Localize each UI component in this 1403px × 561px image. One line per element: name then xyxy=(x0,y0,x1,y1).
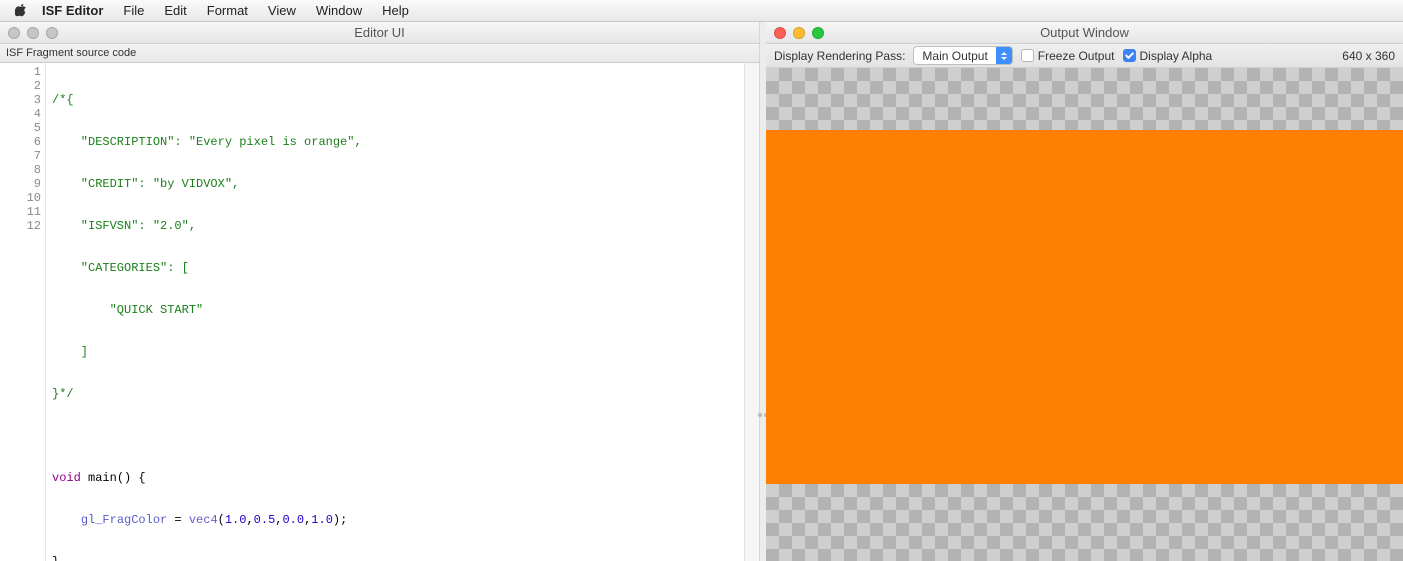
checkbox-checked-icon xyxy=(1123,49,1136,62)
code-line: } xyxy=(52,555,59,561)
alpha-checker-top xyxy=(766,68,1403,130)
system-menubar: ISF Editor File Edit Format View Window … xyxy=(0,0,1403,22)
menu-help[interactable]: Help xyxy=(372,3,419,18)
close-icon[interactable] xyxy=(774,27,786,39)
app-name[interactable]: ISF Editor xyxy=(32,3,113,18)
code-token: vec4 xyxy=(189,513,218,527)
output-canvas xyxy=(766,68,1403,561)
code-line: "CATEGORIES": [ xyxy=(52,261,189,275)
line-gutter: 123456 789101112 xyxy=(0,63,46,561)
close-icon[interactable] xyxy=(8,27,20,39)
output-toolbar: Display Rendering Pass: Main Output Free… xyxy=(766,44,1403,68)
code-token: gl_FragColor xyxy=(81,513,167,527)
output-window: Output Window Display Rendering Pass: Ma… xyxy=(766,22,1403,561)
editor-subheader-label: ISF Fragment source code xyxy=(6,47,136,59)
display-alpha-checkbox[interactable]: Display Alpha xyxy=(1123,49,1213,63)
code-line: ] xyxy=(52,345,88,359)
select-stepper-icon xyxy=(996,47,1012,64)
output-traffic-lights xyxy=(774,27,824,39)
render-pass-label: Display Rendering Pass: xyxy=(774,49,905,63)
zoom-icon[interactable] xyxy=(46,27,58,39)
code-token: 1.0 xyxy=(225,513,247,527)
code-line: "DESCRIPTION": "Every pixel is orange", xyxy=(52,135,362,149)
display-alpha-label: Display Alpha xyxy=(1140,49,1213,63)
code-token xyxy=(52,513,81,527)
code-line: "CREDIT": "by VIDVOX", xyxy=(52,177,239,191)
code-editor[interactable]: 123456 789101112 /*{ "DESCRIPTION": "Eve… xyxy=(0,63,759,561)
editor-subheader: ISF Fragment source code xyxy=(0,44,759,63)
code-line: }*/ xyxy=(52,387,74,401)
minimize-icon[interactable] xyxy=(27,27,39,39)
code-token: ); xyxy=(333,513,347,527)
menu-window[interactable]: Window xyxy=(306,3,372,18)
menu-format[interactable]: Format xyxy=(197,3,258,18)
render-pass-value: Main Output xyxy=(914,47,995,64)
editor-scrollbar[interactable] xyxy=(744,63,759,561)
code-token: 0.0 xyxy=(282,513,304,527)
output-resolution: 640 x 360 xyxy=(1342,49,1395,63)
editor-traffic-lights xyxy=(8,27,58,39)
code-line: "QUICK START" xyxy=(52,303,203,317)
code-token: 0.5 xyxy=(254,513,276,527)
workspace: Editor UI ISF Fragment source code 12345… xyxy=(0,22,1403,561)
code-line: /*{ xyxy=(52,93,74,107)
menu-edit[interactable]: Edit xyxy=(154,3,196,18)
code-token: = xyxy=(167,513,189,527)
render-pass-select[interactable]: Main Output xyxy=(913,46,1012,65)
code-token: 1.0 xyxy=(311,513,333,527)
rendered-output xyxy=(766,130,1403,484)
apple-menu[interactable] xyxy=(10,4,32,17)
minimize-icon[interactable] xyxy=(793,27,805,39)
code-token: ( xyxy=(218,513,225,527)
code-token: , xyxy=(246,513,253,527)
menu-view[interactable]: View xyxy=(258,3,306,18)
alpha-checker-bottom xyxy=(766,484,1403,561)
freeze-output-checkbox[interactable]: Freeze Output xyxy=(1021,49,1115,63)
output-titlebar[interactable]: Output Window xyxy=(766,22,1403,44)
code-line: "ISFVSN": "2.0", xyxy=(52,219,196,233)
checkbox-icon xyxy=(1021,49,1034,62)
freeze-output-label: Freeze Output xyxy=(1038,49,1115,63)
apple-icon xyxy=(15,4,28,17)
editor-window: Editor UI ISF Fragment source code 12345… xyxy=(0,22,760,561)
menu-file[interactable]: File xyxy=(113,3,154,18)
editor-title: Editor UI xyxy=(354,25,405,40)
code-content[interactable]: /*{ "DESCRIPTION": "Every pixel is orang… xyxy=(46,63,362,561)
editor-titlebar[interactable]: Editor UI xyxy=(0,22,759,44)
code-token: void xyxy=(52,471,81,485)
output-title: Output Window xyxy=(1040,25,1129,40)
code-token: main() { xyxy=(81,471,146,485)
zoom-icon[interactable] xyxy=(812,27,824,39)
